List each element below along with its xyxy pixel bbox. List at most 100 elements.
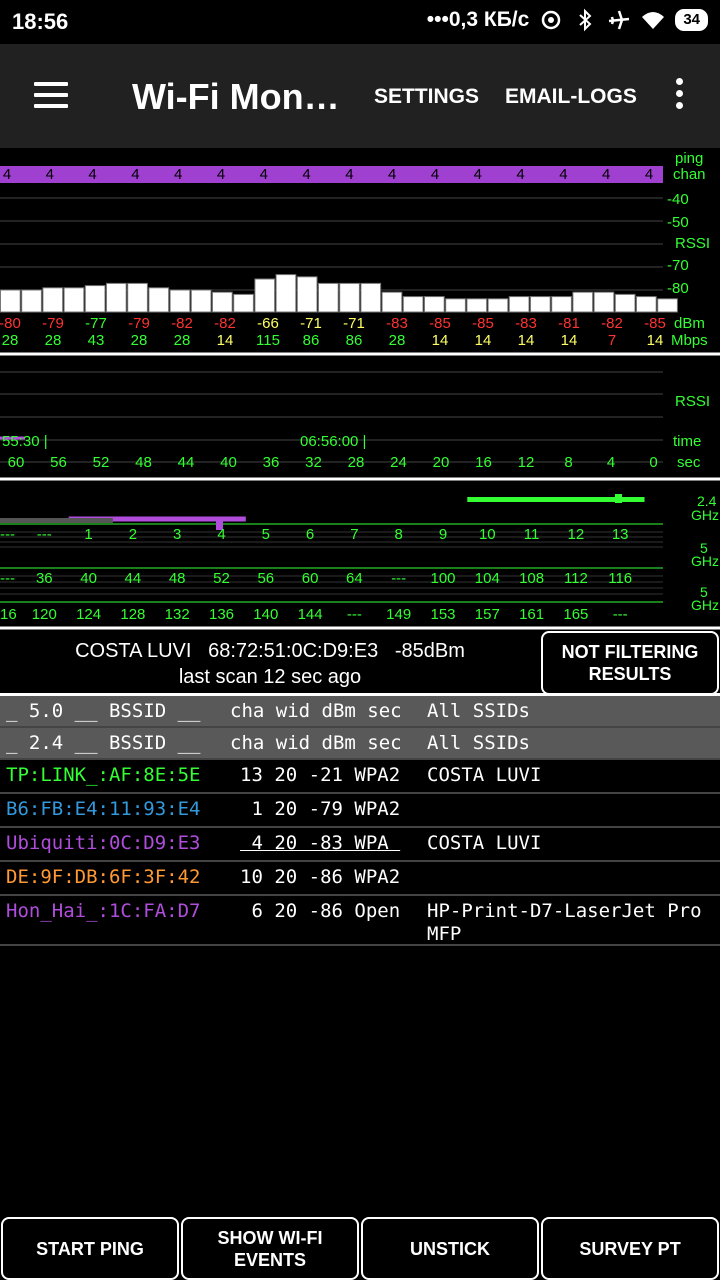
- channel-5b-label: 149: [386, 606, 411, 623]
- email-logs-button[interactable]: EMAIL-LOGS: [505, 85, 637, 109]
- filter-button[interactable]: NOT FILTERING RESULTS: [541, 631, 719, 695]
- sec-value: 60: [8, 454, 25, 471]
- start-ping-button[interactable]: START PING: [1, 1217, 179, 1280]
- mbps-value: 86: [346, 332, 363, 349]
- bssid: TP:LINK_:AF:8E:5E: [6, 764, 201, 786]
- rssi-bar: [63, 287, 85, 313]
- sec-value: 40: [220, 454, 237, 471]
- settings-button[interactable]: SETTINGS: [374, 85, 479, 109]
- chan-value: 4: [516, 166, 524, 183]
- dbm-value: -85: [472, 315, 494, 332]
- channel-5a-label: 56: [257, 570, 274, 587]
- ghz-label-5b: GHz: [691, 597, 719, 613]
- ssid: HP-Print-D7-LaserJet Pro MFP: [427, 900, 702, 945]
- mbps-value: 28: [389, 332, 406, 349]
- table-row[interactable]: Hon_Hai_:1C:FA:D7 6 20 -86 Open HP-Print-…: [0, 896, 720, 946]
- channel-24-label: 13: [612, 526, 629, 543]
- dbm-value: -82: [601, 315, 623, 332]
- rssi-bar: [296, 276, 318, 313]
- rssi-bar: [466, 298, 488, 313]
- channel-5b-label: ---: [613, 606, 628, 623]
- table-row[interactable]: B6:FB:E4:11:93:E4 1 20 -79 WPA2: [0, 794, 720, 828]
- network-stats: 10 20 -86 WPA2: [240, 866, 401, 888]
- scale-label-70: -70: [667, 257, 689, 274]
- channel-5b-label: ---: [347, 606, 362, 623]
- table-row[interactable]: DE:9F:DB:6F:3F:42 10 20 -86 WPA2: [0, 862, 720, 896]
- channel-24-label: 2: [129, 526, 137, 543]
- header-24ghz[interactable]: _ 2.4 __ BSSID __ cha wid dBm sec All SS…: [0, 728, 720, 760]
- table-row[interactable]: Ubiquiti:0C:D9:E3 4 20 -83 WPA COSTA LUV…: [0, 828, 720, 862]
- ssid: COSTA LUVI: [427, 764, 542, 786]
- channel-5b-label: 124: [76, 606, 101, 623]
- time-label: time: [673, 433, 701, 450]
- header-cols: cha wid dBm sec: [230, 700, 402, 722]
- sec-value: 24: [390, 454, 407, 471]
- rssi-axis-label: RSSI: [675, 235, 710, 252]
- sec-value: 16: [475, 454, 492, 471]
- channel-5a-label: 48: [169, 570, 186, 587]
- channel-24-label: 3: [173, 526, 181, 543]
- chan-value: 4: [174, 166, 182, 183]
- channel-5b-label: 165: [563, 606, 588, 623]
- sec-value: 32: [305, 454, 322, 471]
- chan-value: 4: [388, 166, 396, 183]
- header-ssid: All SSIDs: [427, 700, 530, 722]
- chan-value: 4: [88, 166, 96, 183]
- mbps-value: 14: [475, 332, 492, 349]
- header-cols: cha wid dBm sec: [230, 732, 402, 754]
- header-5ghz[interactable]: _ 5.0 __ BSSID __ cha wid dBm sec All SS…: [0, 696, 720, 728]
- overflow-menu-icon[interactable]: [672, 78, 686, 112]
- channel-24-label: 11: [524, 526, 540, 543]
- ghz-label-5a: GHz: [691, 553, 719, 569]
- channel-24-label: ---: [0, 526, 15, 543]
- network-speed: •••0,3 КБ/с: [426, 8, 530, 31]
- mbps-value: 28: [2, 332, 19, 349]
- rssi-bar: [508, 296, 530, 313]
- rssi-bar: [233, 293, 254, 313]
- dbm-value: -81: [558, 315, 580, 332]
- rssi-bar: [318, 282, 339, 313]
- scale-label-50: -50: [667, 214, 689, 231]
- channel-5b-label: 128: [120, 606, 145, 623]
- channel-5a-label: 60: [302, 570, 319, 587]
- table-row[interactable]: TP:LINK_:AF:8E:5E 13 20 -21 WPA2 COSTA LUV…: [0, 760, 720, 794]
- rssi-bar: [614, 293, 636, 313]
- channel-marker: [615, 494, 622, 503]
- rssi-bar: [148, 287, 170, 313]
- sec-label: sec: [677, 454, 701, 471]
- channel-5b-label: 136: [209, 606, 234, 623]
- bottom-bar: START PING SHOW WI-FI EVENTS UNSTICK SUR…: [0, 1217, 720, 1280]
- status-time: 18:56: [12, 9, 69, 34]
- ghz-label-24: GHz: [691, 507, 719, 523]
- survey-pt-button[interactable]: SURVEY PT: [541, 1217, 719, 1280]
- mbps-value: 28: [131, 332, 148, 349]
- bssid: Ubiquiti:0C:D9:E3: [6, 832, 201, 854]
- sec-value: 12: [518, 454, 535, 471]
- dbm-value: -82: [214, 315, 236, 332]
- time-panel: RSSI 55:30 | 06:56:00 | time 60 56 52 48 44 4…: [0, 371, 710, 471]
- menu-icon[interactable]: [34, 82, 68, 108]
- chan-value: 4: [474, 166, 482, 183]
- channel-24-label: 9: [439, 526, 447, 543]
- time-mark-2: 06:56:00 |: [300, 433, 366, 450]
- scale-label-40: -40: [667, 191, 689, 208]
- rssi-bar: [212, 291, 233, 313]
- mbps-value: 14: [432, 332, 449, 349]
- channel-24-label: 5: [262, 526, 270, 543]
- unstick-button[interactable]: UNSTICK: [361, 1217, 539, 1280]
- channel-24-label: 8: [395, 526, 403, 543]
- mbps-value: 7: [608, 332, 616, 349]
- channel-5b-label: 153: [430, 606, 455, 623]
- network-stats: 4 20 -83 WPA: [240, 832, 401, 854]
- show-wifi-events-button[interactable]: SHOW WI-FI EVENTS: [181, 1217, 359, 1280]
- chan-value: 4: [46, 166, 54, 183]
- rssi-bar: [339, 282, 360, 313]
- channel-5b-label: 157: [475, 606, 500, 623]
- sec-value: 0: [649, 454, 657, 471]
- app-title: Wi-Fi Monitor: [132, 76, 347, 117]
- channel-5b-label: 161: [519, 606, 544, 623]
- rssi-bar: [42, 287, 64, 313]
- mbps-value: 14: [647, 332, 664, 349]
- rssi-bar: [657, 298, 678, 313]
- bssid: DE:9F:DB:6F:3F:42: [6, 866, 201, 888]
